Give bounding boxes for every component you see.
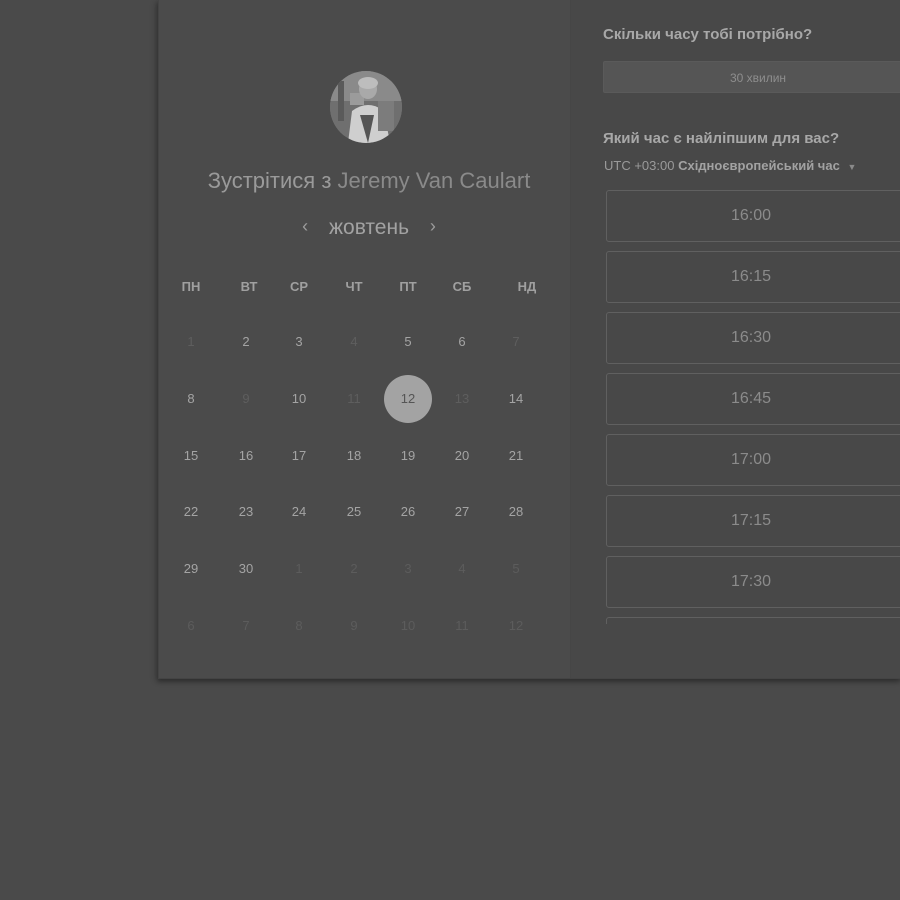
calendar-day[interactable]: 21 — [496, 446, 536, 466]
calendar-day-disabled: 13 — [454, 391, 470, 406]
calendar-day-disabled: 6 — [187, 618, 195, 633]
calendar-day-disabled: 4 — [350, 334, 358, 349]
calendar-day[interactable]: 29 — [171, 559, 211, 579]
duration-select-button[interactable]: 30 хвилин — [603, 61, 900, 93]
duration-question: Скільки часу тобі потрібно? — [603, 26, 813, 43]
scheduler-card: Зустрітися з Jeremy Van Caulart ‹ жовтен… — [158, 0, 900, 679]
month-label: жовтень — [328, 216, 410, 239]
avatar-photo — [330, 71, 402, 143]
calendar-day-disabled: 12 — [508, 618, 524, 633]
calendar-day[interactable]: 10 — [279, 389, 319, 409]
calendar-day-disabled: 7 — [512, 334, 520, 349]
calendar-day[interactable]: 27 — [442, 502, 482, 522]
time-slot-button[interactable]: 17:45 — [606, 617, 900, 624]
calendar-day-disabled: 3 — [404, 561, 412, 576]
calendar-day[interactable]: 28 — [496, 502, 536, 522]
month-navigation: ‹ жовтень › — [159, 216, 579, 240]
calendar-day[interactable]: 20 — [442, 446, 482, 466]
calendar-day[interactable]: 16 — [226, 446, 266, 466]
calendar-day-disabled: 7 — [242, 618, 250, 633]
weekday-label: СР — [289, 279, 309, 294]
page: Зустрітися з Jeremy Van Caulart ‹ жовтен… — [0, 0, 900, 900]
calendar-day-disabled: 10 — [400, 618, 416, 633]
meeting-title: Зустрітися з Jeremy Van Caulart — [159, 168, 579, 194]
calendar-pane: Зустрітися з Jeremy Van Caulart ‹ жовтен… — [159, 0, 570, 678]
calendar-day[interactable]: 18 — [334, 446, 374, 466]
calendar-day-disabled: 9 — [242, 391, 250, 406]
calendar-day[interactable]: 25 — [334, 502, 374, 522]
calendar-day[interactable]: 5 — [388, 332, 428, 352]
calendar-day-disabled: 11 — [455, 618, 469, 633]
calendar-day-disabled: 1 — [295, 561, 303, 576]
meet-prefix: Зустрітися з — [207, 168, 332, 193]
calendar-day[interactable]: 30 — [226, 559, 266, 579]
timezone-name: Східноєвропейський час — [678, 158, 840, 173]
host-name: Jeremy Van Caulart — [337, 168, 531, 193]
calendar-day[interactable]: 23 — [226, 502, 266, 522]
calendar-day[interactable]: 26 — [388, 502, 428, 522]
time-slot-button[interactable]: 17:30 — [606, 556, 900, 608]
timezone-select[interactable]: UTC +03:00 Східноєвропейський час ▼ — [604, 158, 856, 173]
weekday-label: НД — [517, 279, 537, 294]
calendar-day[interactable]: 3 — [279, 332, 319, 352]
calendar-day-disabled: 1 — [187, 334, 195, 349]
calendar-day[interactable]: 19 — [388, 446, 428, 466]
time-slot-button[interactable]: 16:00 — [606, 190, 900, 242]
next-month-icon[interactable]: › — [421, 216, 445, 237]
calendar-day[interactable]: 15 — [171, 446, 211, 466]
weekday-label: ПТ — [399, 279, 417, 294]
calendar-day[interactable]: 22 — [171, 502, 211, 522]
time-slot-list: 16:00 16:15 16:30 16:45 17:00 17:15 17:30 17:45 — [606, 190, 900, 624]
calendar-day-disabled: 8 — [295, 618, 303, 633]
booking-pane: Скільки часу тобі потрібно? 30 хвилин Як… — [570, 0, 900, 678]
calendar-day[interactable]: 24 — [279, 502, 319, 522]
calendar-day-disabled: 11 — [347, 391, 361, 406]
calendar-day[interactable]: 2 — [226, 332, 266, 352]
time-slot-button[interactable]: 16:45 — [606, 373, 900, 425]
time-slot-button[interactable]: 16:15 — [606, 251, 900, 303]
host-avatar — [330, 71, 402, 143]
weekday-label: ПН — [181, 279, 201, 294]
calendar-day[interactable]: 6 — [442, 332, 482, 352]
calendar-day-disabled: 5 — [512, 561, 520, 576]
calendar-day-disabled: 9 — [350, 618, 358, 633]
time-question: Який час є найліпшим для вас? — [603, 130, 840, 147]
calendar-day[interactable]: 8 — [171, 389, 211, 409]
time-slot-button[interactable]: 16:30 — [606, 312, 900, 364]
caret-down-icon: ▼ — [847, 162, 857, 172]
time-slot-button[interactable]: 17:15 — [606, 495, 900, 547]
weekday-label: СБ — [452, 279, 472, 294]
timezone-offset: UTC +03:00 — [604, 158, 675, 173]
prev-month-icon[interactable]: ‹ — [293, 216, 317, 237]
calendar-day[interactable]: 17 — [279, 446, 319, 466]
calendar-day-selected[interactable]: 12 — [384, 375, 432, 423]
calendar-day[interactable]: 14 — [496, 389, 536, 409]
weekday-label: ВТ — [240, 279, 258, 294]
calendar-day-disabled: 4 — [458, 561, 466, 576]
weekday-label: ЧТ — [345, 279, 363, 294]
time-slot-button[interactable]: 17:00 — [606, 434, 900, 486]
calendar-day-disabled: 2 — [350, 561, 358, 576]
